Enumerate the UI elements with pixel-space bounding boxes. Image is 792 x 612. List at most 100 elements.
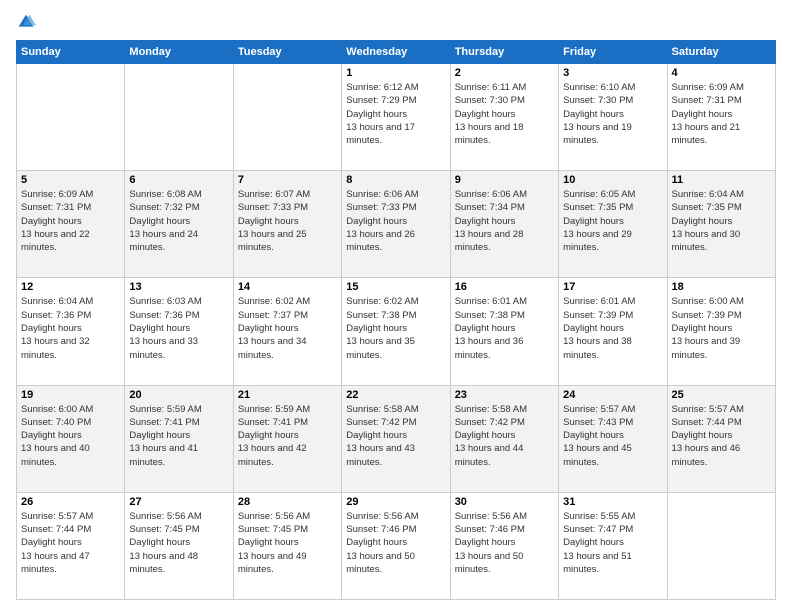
day-number: 24 [563,389,662,401]
day-cell: 8 Sunrise: 6:06 AM Sunset: 7:33 PM Dayli… [342,171,450,278]
day-cell: 19 Sunrise: 6:00 AM Sunset: 7:40 PM Dayl… [17,385,125,492]
weekday-header-row: SundayMondayTuesdayWednesdayThursdayFrid… [17,41,776,64]
day-cell [667,492,775,599]
day-number: 5 [21,174,120,186]
day-cell: 18 Sunrise: 6:00 AM Sunset: 7:39 PM Dayl… [667,278,775,385]
day-info: Sunrise: 5:58 AM Sunset: 7:42 PM Dayligh… [455,403,554,469]
day-number: 14 [238,281,337,293]
day-number: 12 [21,281,120,293]
day-info: Sunrise: 5:57 AM Sunset: 7:44 PM Dayligh… [21,510,120,576]
day-number: 17 [563,281,662,293]
day-info: Sunrise: 6:01 AM Sunset: 7:38 PM Dayligh… [455,295,554,361]
day-number: 2 [455,67,554,79]
weekday-tuesday: Tuesday [233,41,341,64]
day-number: 3 [563,67,662,79]
day-info: Sunrise: 6:02 AM Sunset: 7:38 PM Dayligh… [346,295,445,361]
day-cell: 22 Sunrise: 5:58 AM Sunset: 7:42 PM Dayl… [342,385,450,492]
day-info: Sunrise: 6:00 AM Sunset: 7:40 PM Dayligh… [21,403,120,469]
day-number: 16 [455,281,554,293]
day-cell: 12 Sunrise: 6:04 AM Sunset: 7:36 PM Dayl… [17,278,125,385]
day-info: Sunrise: 6:03 AM Sunset: 7:36 PM Dayligh… [129,295,228,361]
day-number: 10 [563,174,662,186]
week-row-4: 19 Sunrise: 6:00 AM Sunset: 7:40 PM Dayl… [17,385,776,492]
weekday-sunday: Sunday [17,41,125,64]
day-cell: 25 Sunrise: 5:57 AM Sunset: 7:44 PM Dayl… [667,385,775,492]
day-cell: 26 Sunrise: 5:57 AM Sunset: 7:44 PM Dayl… [17,492,125,599]
day-cell: 2 Sunrise: 6:11 AM Sunset: 7:30 PM Dayli… [450,64,558,171]
weekday-wednesday: Wednesday [342,41,450,64]
day-number: 13 [129,281,228,293]
weekday-friday: Friday [559,41,667,64]
day-number: 15 [346,281,445,293]
day-info: Sunrise: 6:09 AM Sunset: 7:31 PM Dayligh… [21,188,120,254]
day-info: Sunrise: 6:09 AM Sunset: 7:31 PM Dayligh… [672,81,771,147]
day-info: Sunrise: 5:59 AM Sunset: 7:41 PM Dayligh… [129,403,228,469]
day-cell: 9 Sunrise: 6:06 AM Sunset: 7:34 PM Dayli… [450,171,558,278]
day-number: 18 [672,281,771,293]
day-cell: 28 Sunrise: 5:56 AM Sunset: 7:45 PM Dayl… [233,492,341,599]
day-number: 26 [21,496,120,508]
logo-icon [16,12,36,32]
day-info: Sunrise: 6:02 AM Sunset: 7:37 PM Dayligh… [238,295,337,361]
day-number: 1 [346,67,445,79]
day-info: Sunrise: 5:58 AM Sunset: 7:42 PM Dayligh… [346,403,445,469]
day-number: 31 [563,496,662,508]
day-number: 25 [672,389,771,401]
day-cell: 11 Sunrise: 6:04 AM Sunset: 7:35 PM Dayl… [667,171,775,278]
day-cell: 7 Sunrise: 6:07 AM Sunset: 7:33 PM Dayli… [233,171,341,278]
weekday-saturday: Saturday [667,41,775,64]
day-cell [17,64,125,171]
day-cell: 16 Sunrise: 6:01 AM Sunset: 7:38 PM Dayl… [450,278,558,385]
week-row-5: 26 Sunrise: 5:57 AM Sunset: 7:44 PM Dayl… [17,492,776,599]
day-cell: 27 Sunrise: 5:56 AM Sunset: 7:45 PM Dayl… [125,492,233,599]
day-info: Sunrise: 5:59 AM Sunset: 7:41 PM Dayligh… [238,403,337,469]
day-number: 11 [672,174,771,186]
day-number: 21 [238,389,337,401]
day-cell: 15 Sunrise: 6:02 AM Sunset: 7:38 PM Dayl… [342,278,450,385]
day-info: Sunrise: 6:04 AM Sunset: 7:36 PM Dayligh… [21,295,120,361]
day-info: Sunrise: 6:11 AM Sunset: 7:30 PM Dayligh… [455,81,554,147]
calendar-table: SundayMondayTuesdayWednesdayThursdayFrid… [16,40,776,600]
day-info: Sunrise: 6:08 AM Sunset: 7:32 PM Dayligh… [129,188,228,254]
day-info: Sunrise: 6:06 AM Sunset: 7:33 PM Dayligh… [346,188,445,254]
day-cell: 24 Sunrise: 5:57 AM Sunset: 7:43 PM Dayl… [559,385,667,492]
day-cell: 13 Sunrise: 6:03 AM Sunset: 7:36 PM Dayl… [125,278,233,385]
page: SundayMondayTuesdayWednesdayThursdayFrid… [0,0,792,612]
day-number: 30 [455,496,554,508]
day-cell: 29 Sunrise: 5:56 AM Sunset: 7:46 PM Dayl… [342,492,450,599]
day-info: Sunrise: 6:07 AM Sunset: 7:33 PM Dayligh… [238,188,337,254]
day-info: Sunrise: 6:04 AM Sunset: 7:35 PM Dayligh… [672,188,771,254]
day-info: Sunrise: 5:57 AM Sunset: 7:44 PM Dayligh… [672,403,771,469]
day-info: Sunrise: 6:10 AM Sunset: 7:30 PM Dayligh… [563,81,662,147]
day-info: Sunrise: 5:56 AM Sunset: 7:46 PM Dayligh… [455,510,554,576]
header [16,12,776,32]
day-number: 23 [455,389,554,401]
day-cell: 17 Sunrise: 6:01 AM Sunset: 7:39 PM Dayl… [559,278,667,385]
week-row-3: 12 Sunrise: 6:04 AM Sunset: 7:36 PM Dayl… [17,278,776,385]
day-info: Sunrise: 5:56 AM Sunset: 7:46 PM Dayligh… [346,510,445,576]
day-cell: 1 Sunrise: 6:12 AM Sunset: 7:29 PM Dayli… [342,64,450,171]
day-number: 6 [129,174,228,186]
day-cell: 21 Sunrise: 5:59 AM Sunset: 7:41 PM Dayl… [233,385,341,492]
day-cell: 4 Sunrise: 6:09 AM Sunset: 7:31 PM Dayli… [667,64,775,171]
day-cell [125,64,233,171]
day-number: 9 [455,174,554,186]
day-number: 20 [129,389,228,401]
day-cell: 6 Sunrise: 6:08 AM Sunset: 7:32 PM Dayli… [125,171,233,278]
day-cell: 3 Sunrise: 6:10 AM Sunset: 7:30 PM Dayli… [559,64,667,171]
day-number: 4 [672,67,771,79]
day-info: Sunrise: 6:05 AM Sunset: 7:35 PM Dayligh… [563,188,662,254]
day-info: Sunrise: 5:57 AM Sunset: 7:43 PM Dayligh… [563,403,662,469]
day-info: Sunrise: 6:12 AM Sunset: 7:29 PM Dayligh… [346,81,445,147]
day-cell: 23 Sunrise: 5:58 AM Sunset: 7:42 PM Dayl… [450,385,558,492]
day-info: Sunrise: 6:01 AM Sunset: 7:39 PM Dayligh… [563,295,662,361]
day-cell: 14 Sunrise: 6:02 AM Sunset: 7:37 PM Dayl… [233,278,341,385]
day-cell: 10 Sunrise: 6:05 AM Sunset: 7:35 PM Dayl… [559,171,667,278]
day-cell [233,64,341,171]
day-info: Sunrise: 6:06 AM Sunset: 7:34 PM Dayligh… [455,188,554,254]
day-number: 28 [238,496,337,508]
day-number: 8 [346,174,445,186]
weekday-thursday: Thursday [450,41,558,64]
week-row-2: 5 Sunrise: 6:09 AM Sunset: 7:31 PM Dayli… [17,171,776,278]
day-info: Sunrise: 5:56 AM Sunset: 7:45 PM Dayligh… [238,510,337,576]
